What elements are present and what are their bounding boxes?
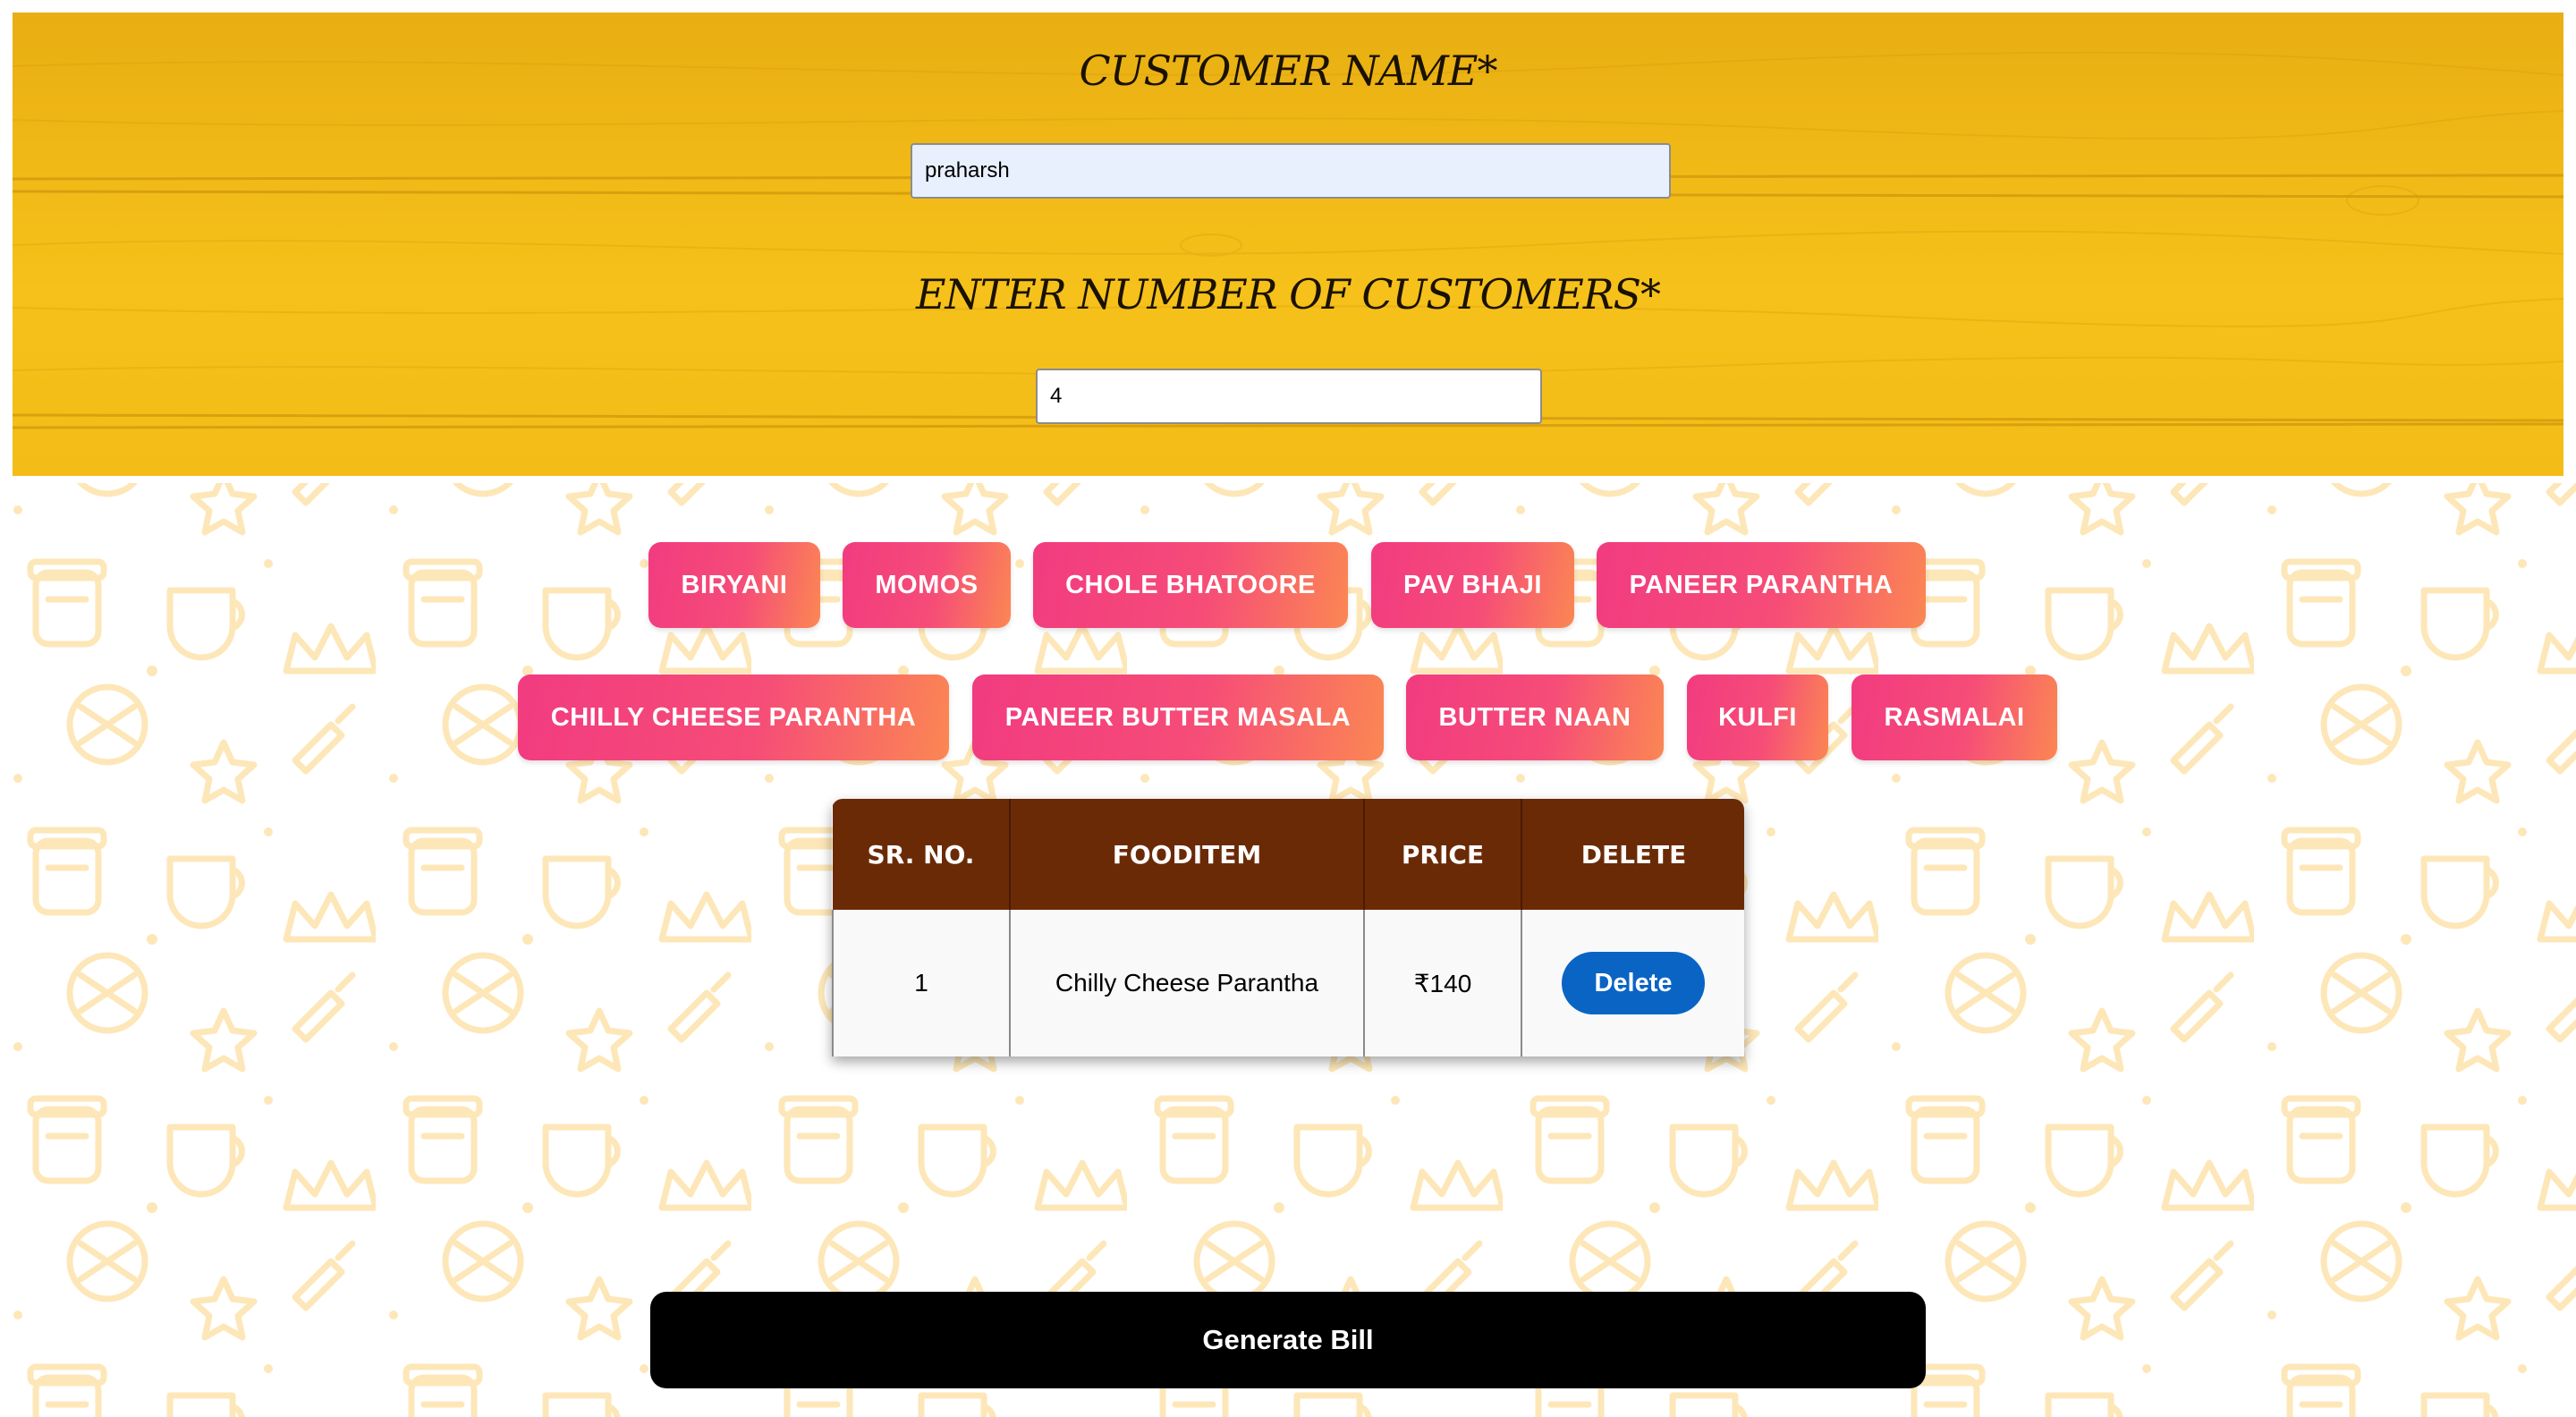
food-button-momos[interactable]: MOMOS — [843, 542, 1011, 628]
food-button-rasmalai[interactable]: RASMALAI — [1852, 675, 2057, 760]
column-header-fooditem: FOODITEM — [1010, 799, 1365, 910]
cell-price: ₹140 — [1363, 910, 1522, 1056]
customer-info-header: CUSTOMER NAME* ENTER NUMBER OF CUSTOMERS… — [13, 13, 2563, 476]
table-row: 1 Chilly Cheese Parantha ₹140 Delete — [832, 910, 1744, 1056]
cell-delete: Delete — [1521, 910, 1744, 1056]
food-button-biryani[interactable]: BIRYANI — [648, 542, 820, 628]
column-header-sr-no: SR. NO. — [833, 799, 1011, 910]
order-table: SR. NO. FOODITEM PRICE DELETE 1 Chilly C… — [832, 799, 1744, 1056]
food-button-kulfi[interactable]: KULFI — [1687, 675, 1828, 760]
food-button-chilly-cheese-parantha[interactable]: CHILLY CHEESE PARANTHA — [518, 675, 949, 760]
food-button-chole-bhatoore[interactable]: CHOLE BHATOORE — [1033, 542, 1348, 628]
cell-sr-no: 1 — [832, 910, 1011, 1056]
customer-count-input[interactable] — [1036, 369, 1542, 424]
food-button-butter-naan[interactable]: BUTTER NAAN — [1406, 675, 1664, 760]
customer-name-input[interactable] — [911, 143, 1671, 199]
food-button-paneer-butter-masala[interactable]: PANEER BUTTER MASALA — [972, 675, 1384, 760]
cell-food-item: Chilly Cheese Parantha — [1009, 910, 1365, 1056]
column-header-delete: DELETE — [1521, 799, 1744, 910]
generate-bill-button[interactable]: Generate Bill — [650, 1292, 1926, 1388]
delete-button[interactable]: Delete — [1562, 952, 1705, 1014]
food-button-paneer-parantha[interactable]: PANEER PARANTHA — [1597, 542, 1926, 628]
food-button-pav-bhaji[interactable]: PAV BHAJI — [1371, 542, 1574, 628]
table-header-row: SR. NO. FOODITEM PRICE DELETE — [833, 799, 1744, 910]
customer-count-label: ENTER NUMBER OF CUSTOMERS* — [915, 270, 1661, 318]
customer-name-label: CUSTOMER NAME* — [1079, 47, 1498, 95]
order-table-container: SR. NO. FOODITEM PRICE DELETE 1 Chilly C… — [832, 799, 1744, 1056]
column-header-price: PRICE — [1364, 799, 1522, 910]
